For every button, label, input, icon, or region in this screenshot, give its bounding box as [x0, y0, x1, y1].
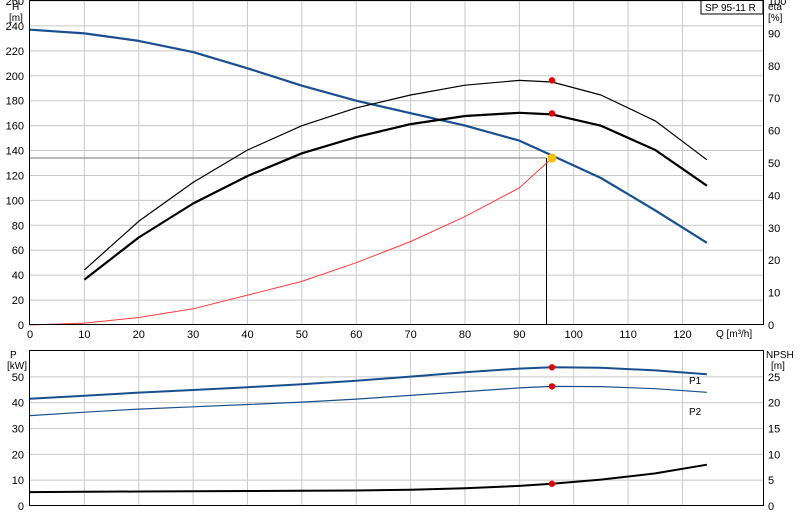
- bottom-panel-series: [29, 366, 708, 494]
- tick-label-eta: 60: [768, 126, 780, 138]
- chart-canvas: 0204060801001201401601802002202402600102…: [6, 0, 794, 513]
- tick-label-h: 80: [12, 220, 24, 232]
- x-axis-label: Q [m³/h]: [716, 329, 752, 340]
- top-left-axis-label: H: [12, 2, 19, 13]
- bottom-right-axis-unit: [m]: [771, 361, 785, 372]
- tick-label-q: 20: [133, 329, 145, 341]
- series-head: [29, 28, 708, 244]
- tick-label-h: 220: [6, 46, 24, 58]
- tick-label-h: 60: [12, 245, 24, 257]
- marker-efficiency-upper: [548, 77, 556, 84]
- legend-label-p2: P2: [689, 407, 702, 418]
- top-left-axis-unit: [m]: [9, 13, 23, 24]
- tick-label-eta: 90: [768, 28, 780, 40]
- tick-label-h: 200: [6, 71, 24, 83]
- bottom-right-axis-label: NPSH: [766, 350, 794, 361]
- tick-label-q: 60: [350, 329, 362, 341]
- top-panel-grid: [30, 0, 764, 325]
- marker-npsh: [548, 480, 556, 487]
- tick-label-eta: 20: [768, 255, 780, 267]
- tick-label-npsh: 25: [768, 372, 780, 384]
- bottom-panel-grid: [30, 351, 764, 506]
- marker-P1: [548, 364, 556, 371]
- tick-label-q: 80: [459, 329, 471, 341]
- tick-label-q: 0: [27, 329, 33, 341]
- legend-label-p1: P1: [689, 376, 702, 387]
- tick-label-h: 120: [6, 170, 24, 182]
- tick-label-eta: 40: [768, 190, 780, 202]
- tick-label-q: 90: [513, 329, 525, 341]
- top-right-axis-unit: [%]: [768, 13, 783, 24]
- series-npsh: [29, 463, 708, 494]
- tick-label-npsh: 10: [768, 449, 780, 461]
- chart-markers: [547, 77, 557, 487]
- tick-label-q: 110: [619, 329, 637, 341]
- tick-label-h: 0: [18, 320, 24, 332]
- tick-label-p: 20: [12, 449, 24, 461]
- tick-label-eta: 30: [768, 223, 780, 235]
- tick-label-q: 30: [187, 329, 199, 341]
- tick-label-npsh: 0: [768, 501, 774, 513]
- tick-label-h: 100: [6, 195, 24, 207]
- tick-label-q: 10: [78, 329, 90, 341]
- top-panel-frame: [29, 0, 764, 325]
- series-P1: [29, 366, 707, 400]
- series-efficiency-lower: [83, 111, 708, 281]
- tick-label-q: 100: [565, 329, 583, 341]
- tick-label-h: 20: [12, 295, 24, 307]
- tick-label-eta: 10: [768, 288, 780, 300]
- tick-label-q: 40: [241, 329, 253, 341]
- bottom-left-axis-unit: [kW]: [7, 361, 27, 372]
- tick-label-p: 30: [12, 424, 24, 436]
- tick-label-p: 40: [12, 398, 24, 410]
- tick-label-p: 10: [12, 475, 24, 487]
- tick-label-h: 40: [12, 270, 24, 282]
- tick-label-eta: 80: [768, 61, 780, 73]
- tick-label-p: 0: [18, 501, 24, 513]
- operating-point-marker: [547, 153, 557, 163]
- model-label: SP 95-11 R: [705, 3, 756, 14]
- tick-label-q: 50: [296, 329, 308, 341]
- tick-labels: 0204060801001201401601802002202402600102…: [6, 0, 787, 513]
- marker-efficiency-lower: [548, 110, 556, 117]
- top-panel-series: [29, 28, 708, 326]
- tick-label-npsh: 20: [768, 398, 780, 410]
- tick-label-p: 50: [12, 372, 24, 384]
- tick-label-eta: 0: [768, 320, 774, 332]
- bottom-left-axis-label: P: [10, 350, 17, 361]
- tick-label-eta: 50: [768, 158, 780, 170]
- tick-label-h: 160: [6, 121, 24, 133]
- tick-label-h: 140: [6, 146, 24, 158]
- top-right-axis-label: eta: [768, 2, 782, 13]
- tick-label-eta: 70: [768, 93, 780, 105]
- marker-P2: [548, 383, 556, 390]
- tick-label-h: 180: [6, 96, 24, 108]
- tick-label-npsh: 5: [768, 475, 774, 487]
- tick-label-q: 120: [673, 329, 691, 341]
- tick-label-npsh: 15: [768, 424, 780, 436]
- series-P2: [29, 385, 707, 417]
- pump-curve-chart: 0 20 40 60 80 100 120 140 160 180 200 220 240 260 0 10 2…: [0, 0, 800, 520]
- tick-label-q: 70: [404, 329, 416, 341]
